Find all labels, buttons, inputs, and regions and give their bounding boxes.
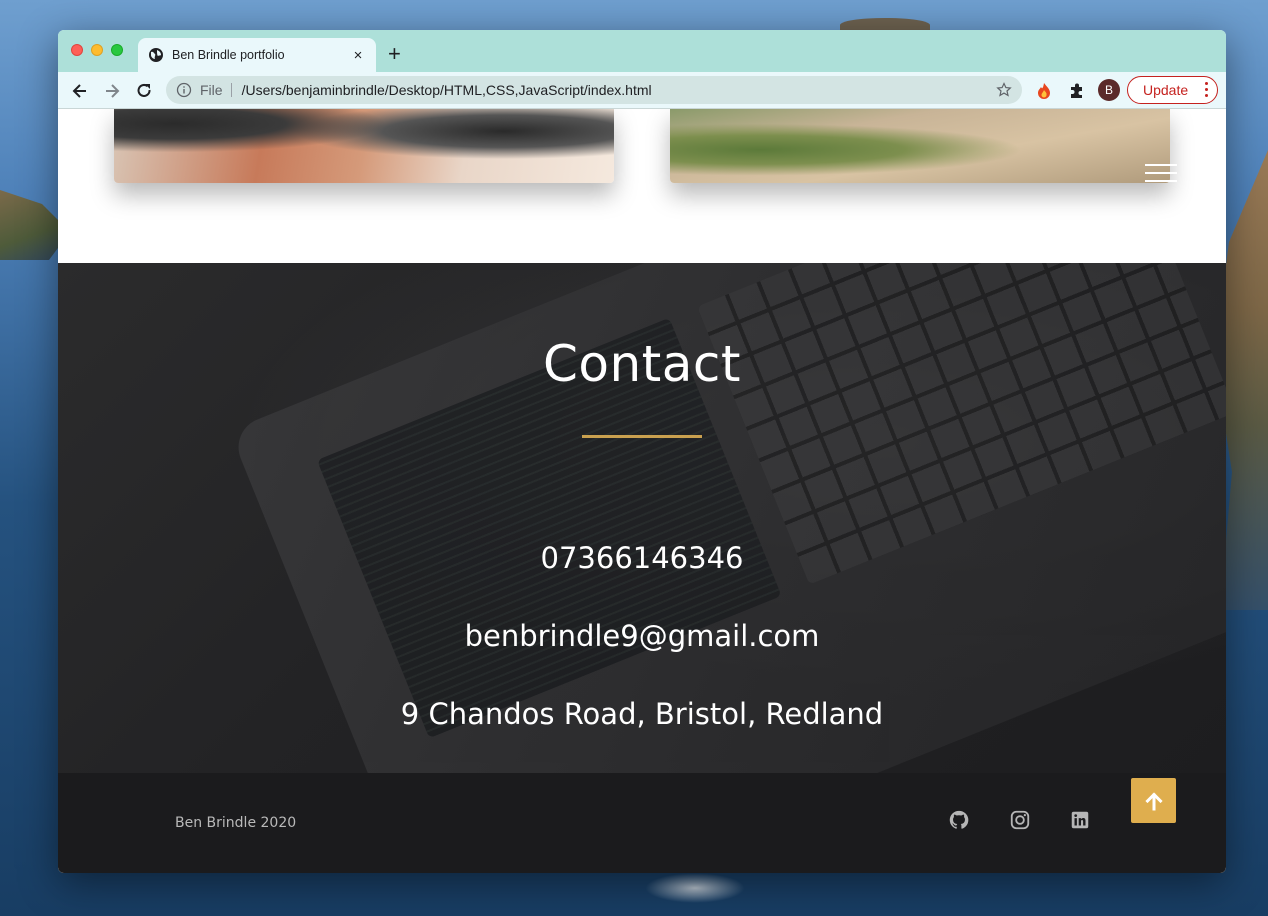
bookmark-star-icon[interactable] — [996, 82, 1012, 98]
contact-phone: 07366146346 — [540, 541, 744, 575]
github-icon[interactable] — [948, 809, 970, 831]
scroll-to-top-button[interactable] — [1131, 778, 1176, 823]
forward-arrow-icon[interactable] — [102, 81, 122, 101]
info-icon[interactable] — [176, 82, 192, 98]
contact-email: benbrindle9@gmail.com — [464, 619, 820, 653]
linkedin-icon[interactable] — [1069, 809, 1091, 831]
address-bar[interactable]: File /Users/benjaminbrindle/Desktop/HTML… — [166, 76, 1022, 104]
footer-copyright: Ben Brindle 2020 — [175, 815, 297, 831]
new-tab-button[interactable]: + — [388, 43, 401, 65]
update-button[interactable]: Update — [1127, 76, 1218, 104]
url-text[interactable]: /Users/benjaminbrindle/Desktop/HTML,CSS,… — [242, 82, 652, 98]
puzzle-extensions-icon[interactable] — [1067, 81, 1087, 101]
tab-close-icon[interactable]: × — [350, 47, 366, 64]
profile-avatar[interactable]: B — [1098, 79, 1120, 101]
reload-icon[interactable] — [134, 81, 154, 101]
desktop-wallpaper-surf — [645, 873, 745, 903]
arrow-up-icon — [1144, 791, 1163, 810]
page-footer: Ben Brindle 2020 — [58, 773, 1226, 873]
url-scheme: File — [200, 83, 232, 97]
globe-icon — [149, 48, 163, 62]
portfolio-photo-dog[interactable] — [114, 109, 614, 183]
title-underline — [582, 435, 702, 438]
zoom-window-button[interactable] — [111, 44, 123, 56]
tab-bar: Ben Brindle portfolio × + — [58, 30, 1226, 72]
contact-address: 9 Chandos Road, Bristol, Redland — [400, 697, 884, 731]
update-label: Update — [1143, 82, 1189, 98]
portfolio-photo-hike[interactable] — [670, 109, 1170, 183]
tab-title: Ben Brindle portfolio — [172, 48, 285, 62]
close-window-button[interactable] — [71, 44, 83, 56]
page-viewport: Contact 07366146346 benbrindle9@gmail.co… — [58, 109, 1226, 873]
contact-section: Contact 07366146346 benbrindle9@gmail.co… — [58, 263, 1226, 773]
contact-title: Contact — [542, 335, 742, 393]
back-arrow-icon[interactable] — [70, 81, 90, 101]
minimize-window-button[interactable] — [91, 44, 103, 56]
instagram-icon[interactable] — [1009, 809, 1031, 831]
flame-extension-icon[interactable] — [1034, 81, 1054, 101]
more-menu-icon[interactable] — [1205, 82, 1208, 97]
browser-tab[interactable]: Ben Brindle portfolio × — [138, 38, 376, 72]
browser-toolbar: File /Users/benjaminbrindle/Desktop/HTML… — [58, 72, 1226, 109]
hamburger-menu-icon[interactable] — [1145, 164, 1177, 186]
browser-window: Ben Brindle portfolio × + File /Users/be… — [58, 30, 1226, 873]
